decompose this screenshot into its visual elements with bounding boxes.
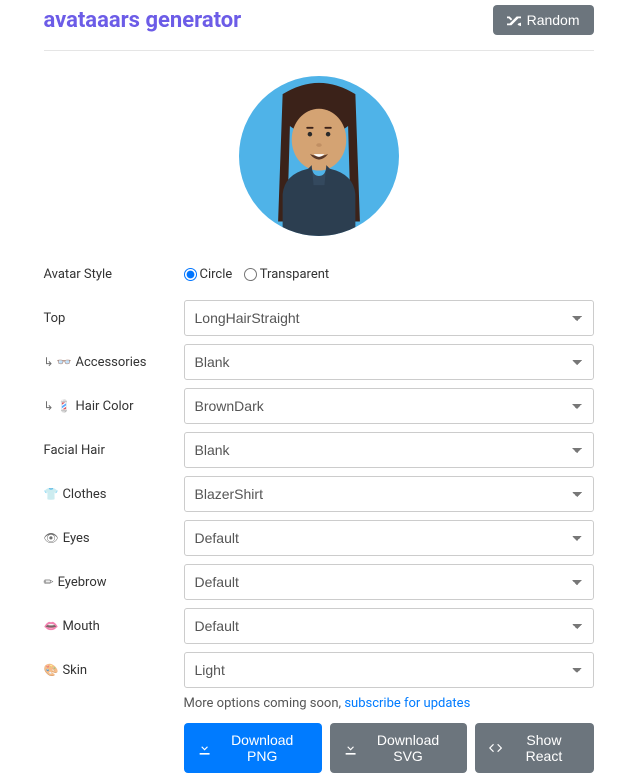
row-hair-color: ↳ 💈Hair Color BrownDark [44,388,594,424]
select-eyebrow[interactable]: Default [184,564,594,600]
select-mouth[interactable]: Default [184,608,594,644]
label-avatar-style: Avatar Style [44,267,184,282]
radio-transparent-label[interactable]: Transparent [244,267,329,282]
radio-circle[interactable] [184,268,197,281]
label-hair-color: ↳ 💈Hair Color [44,399,184,414]
header: avataaars generator Random [44,0,594,51]
page-title: avataaars generator [44,8,242,33]
radio-transparent[interactable] [244,268,257,281]
label-facial-hair: Facial Hair [44,443,184,458]
select-accessories[interactable]: Blank [184,344,594,380]
select-top[interactable]: LongHairStraight [184,300,594,336]
row-skin: 🎨Skin Light [44,652,594,688]
download-icon [198,741,211,755]
row-mouth: 👄Mouth Default [44,608,594,644]
random-button-label: Random [527,12,580,28]
button-row: Download PNG Download SVG Show React [184,723,594,773]
row-eyes: 👁Eyes Default [44,520,594,556]
label-clothes: 👕Clothes [44,487,184,502]
row-clothes: 👕Clothes BlazerShirt [44,476,594,512]
avatar-display [44,51,594,256]
avatar-preview [239,76,399,236]
download-png-button[interactable]: Download PNG [184,723,322,773]
label-accessories: ↳ 👓Accessories [44,355,184,370]
download-svg-button[interactable]: Download SVG [330,723,467,773]
label-eyes: 👁Eyes [44,531,184,546]
label-skin: 🎨Skin [44,663,184,678]
random-button[interactable]: Random [493,5,594,35]
download-icon [344,741,357,755]
subscribe-link[interactable]: subscribe for updates [344,696,470,711]
select-hair-color[interactable]: BrownDark [184,388,594,424]
label-mouth: 👄Mouth [44,619,184,634]
row-top: Top LongHairStraight [44,300,594,336]
row-avatar-style: Avatar Style Circle Transparent [44,256,594,292]
shuffle-icon [507,13,521,27]
row-eyebrow: ✏Eyebrow Default [44,564,594,600]
select-clothes[interactable]: BlazerShirt [184,476,594,512]
select-facial-hair[interactable]: Blank [184,432,594,468]
show-react-button[interactable]: Show React [475,723,593,773]
radio-circle-label[interactable]: Circle [184,267,233,282]
row-accessories: ↳ 👓Accessories Blank [44,344,594,380]
helper-text: More options coming soon, subscribe for … [184,696,594,711]
select-eyes[interactable]: Default [184,520,594,556]
select-skin[interactable]: Light [184,652,594,688]
label-eyebrow: ✏Eyebrow [44,575,184,590]
code-icon [489,741,502,755]
row-facial-hair: Facial Hair Blank [44,432,594,468]
label-top: Top [44,311,184,326]
